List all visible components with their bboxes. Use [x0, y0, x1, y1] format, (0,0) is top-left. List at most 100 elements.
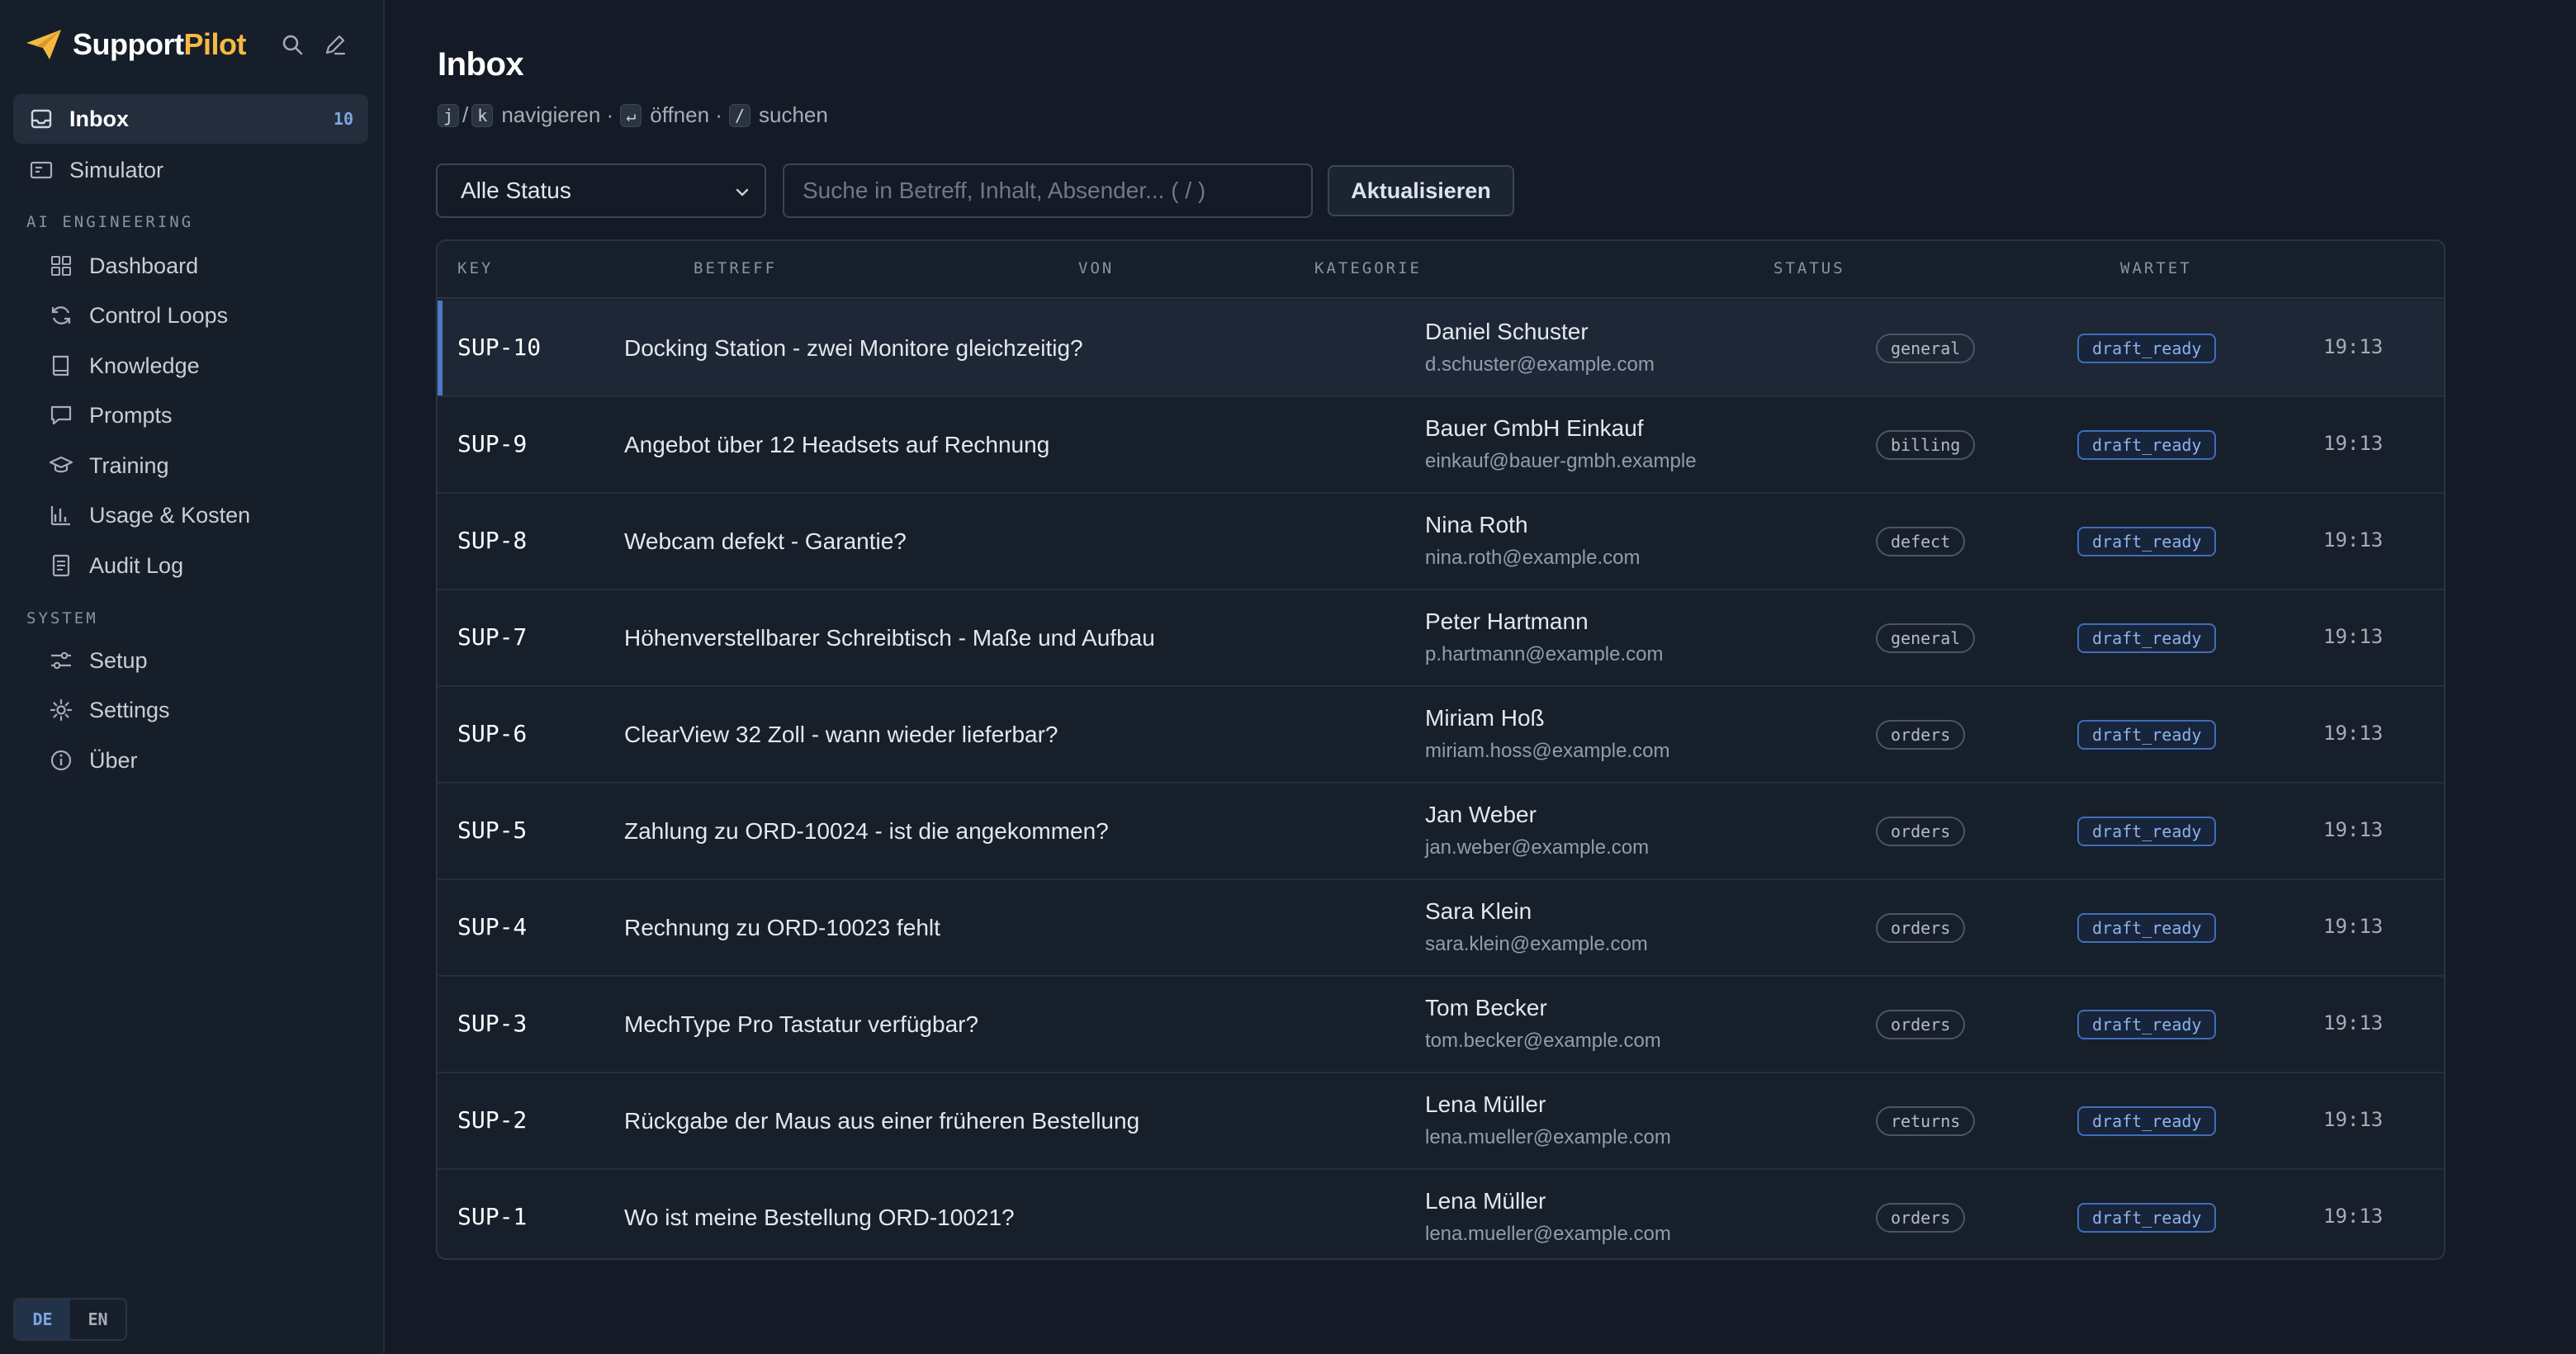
sidebar-item-knowledge[interactable]: Knowledge [13, 341, 368, 391]
hint-search: suchen [758, 102, 828, 127]
ticket-subject: Angebot über 12 Headsets auf Rechnung [624, 432, 1050, 457]
sidebar-item-label: Prompts [89, 402, 173, 428]
chat-icon [50, 405, 72, 425]
kbd-enter: ↵ [620, 103, 642, 127]
table-row[interactable]: SUP-6 ClearView 32 Zoll - wann wieder li… [438, 687, 2444, 784]
table-row[interactable]: SUP-2 Rückgabe der Maus aus einer früher… [438, 1073, 2444, 1170]
sidebar-item-settings[interactable]: Settings [13, 685, 368, 735]
refresh-icon [51, 306, 71, 324]
sidebar-item-prompts[interactable]: Prompts [13, 391, 368, 440]
refresh-button[interactable]: Aktualisieren [1328, 165, 1514, 216]
search-icon[interactable] [279, 31, 305, 58]
section-label-ai-engineering: AI ENGINEERING [26, 213, 194, 231]
category-badge: general [1876, 334, 1976, 363]
table-row[interactable]: SUP-5 Zahlung zu ORD-10024 - ist die ang… [438, 784, 2444, 880]
table-row[interactable]: SUP-7 Höhenverstellbarer Schreibtisch - … [438, 590, 2444, 687]
status-badge: draft_ready [2077, 1203, 2217, 1233]
column-header-kategorie[interactable]: KATEGORIE [1314, 259, 1422, 277]
column-header-status[interactable]: STATUS [1773, 259, 1845, 277]
status-badge: draft_ready [2077, 817, 2217, 846]
sidebar-item-inbox[interactable]: Inbox 10 [13, 94, 368, 144]
status-badge: draft_ready [2077, 720, 2217, 750]
sender-email: p.hartmann@example.com [1425, 643, 1664, 665]
column-header-key[interactable]: KEY [457, 259, 493, 277]
status-filter-select[interactable]: Alle Status [436, 163, 766, 218]
gear-icon [50, 698, 73, 722]
sidebar-item-audit-log[interactable]: Audit Log [13, 541, 368, 590]
sender-email: nina.roth@example.com [1425, 547, 1641, 569]
language-switcher: DE EN [13, 1298, 127, 1341]
category-badge: returns [1876, 1106, 1976, 1136]
language-option-en[interactable]: EN [70, 1300, 125, 1339]
sidebar-item-simulator[interactable]: Simulator [13, 145, 368, 195]
sender-email: d.schuster@example.com [1425, 353, 1655, 376]
sidebar-item-ueber[interactable]: Über [13, 736, 368, 785]
ticket-key: SUP-5 [457, 817, 528, 844]
brand-logo[interactable]: SupportPilot [25, 25, 246, 64]
sidebar-item-label: Settings [89, 697, 170, 722]
status-badge: draft_ready [2077, 334, 2217, 363]
search-input[interactable] [783, 163, 1313, 218]
table-row[interactable]: SUP-4 Rechnung zu ORD-10023 fehlt Sara K… [438, 880, 2444, 977]
sidebar-item-label: Über [89, 747, 138, 773]
brand-name: SupportPilot [73, 27, 246, 61]
category-badge: orders [1876, 817, 1966, 846]
sidebar-item-dashboard[interactable]: Dashboard [13, 241, 368, 291]
waiting-time: 19:13 [2323, 432, 2384, 455]
sender-email: lena.mueller@example.com [1425, 1126, 1671, 1148]
section-label-system: SYSTEM [26, 609, 98, 627]
column-header-betreff[interactable]: BETREFF [694, 259, 777, 277]
category-badge: orders [1876, 913, 1966, 943]
ticket-key: SUP-9 [457, 430, 528, 457]
sidebar-item-usage-kosten[interactable]: Usage & Kosten [13, 490, 368, 540]
column-header-wartet[interactable]: WARTET [2120, 259, 2192, 277]
table-row[interactable]: SUP-8 Webcam defekt - Garantie? Nina Rot… [438, 494, 2444, 590]
ticket-key: SUP-1 [457, 1203, 528, 1230]
document-icon [52, 554, 70, 577]
language-option-de[interactable]: DE [15, 1300, 70, 1339]
table-row[interactable]: SUP-1 Wo ist meine Bestellung ORD-10021?… [438, 1170, 2444, 1258]
sidebar-item-setup[interactable]: Setup [13, 636, 368, 685]
kbd-slash: / [728, 103, 751, 127]
table-row[interactable]: SUP-3 MechType Pro Tastatur verfügbar? T… [438, 977, 2444, 1073]
sender-email: tom.becker@example.com [1425, 1030, 1661, 1052]
table-row[interactable]: SUP-10 Docking Station - zwei Monitore g… [438, 301, 2444, 397]
category-badge: defect [1876, 527, 1966, 556]
sender-email: miriam.hoss@example.com [1425, 740, 1670, 762]
status-badge: draft_ready [2077, 1106, 2217, 1136]
sidebar: SupportPilot Inbox 10 Simulator AI ENGIN… [0, 0, 385, 1354]
ticket-subject: ClearView 32 Zoll - wann wieder lieferba… [624, 722, 1058, 747]
table-row[interactable]: SUP-9 Angebot über 12 Headsets auf Rechn… [438, 397, 2444, 494]
ticket-key: SUP-3 [457, 1010, 528, 1037]
status-badge: draft_ready [2077, 913, 2217, 943]
sidebar-item-control-loops[interactable]: Control Loops [13, 291, 368, 340]
sender-name: Lena Müller [1425, 1188, 1546, 1214]
status-badge: draft_ready [2077, 527, 2217, 556]
waiting-time: 19:13 [2323, 1108, 2384, 1131]
sidebar-item-training[interactable]: Training [13, 441, 368, 490]
simulator-icon [30, 161, 53, 179]
ticket-subject: Docking Station - zwei Monitore gleichze… [624, 335, 1083, 361]
sidebar-item-label: Control Loops [89, 302, 229, 328]
info-icon [50, 750, 72, 771]
compose-icon[interactable] [322, 31, 348, 58]
sidebar-item-label: Simulator [69, 157, 164, 182]
status-badge: draft_ready [2077, 1010, 2217, 1039]
ticket-subject: Höhenverstellbarer Schreibtisch - Maße u… [624, 625, 1155, 651]
ticket-subject: Webcam defekt - Garantie? [624, 528, 907, 554]
hint-navigate: navigieren · [501, 102, 614, 127]
sender-name: Lena Müller [1425, 1091, 1546, 1117]
category-badge: orders [1876, 720, 1966, 750]
column-header-von[interactable]: VON [1078, 259, 1114, 277]
inbox-icon [31, 109, 52, 129]
waiting-time: 19:13 [2323, 722, 2384, 745]
sidebar-item-label: Usage & Kosten [89, 502, 251, 528]
sidebar-item-label: Knowledge [89, 353, 200, 378]
main-content: Inbox j / k navigieren · ↵ öffnen · / such… [385, 0, 2576, 1354]
sender-email: einkauf@bauer-gmbh.example [1425, 450, 1697, 472]
sender-name: Peter Hartmann [1425, 608, 1589, 634]
ticket-key: SUP-4 [457, 913, 528, 940]
waiting-time: 19:13 [2323, 1205, 2384, 1228]
status-badge: draft_ready [2077, 430, 2217, 460]
category-badge: orders [1876, 1010, 1966, 1039]
